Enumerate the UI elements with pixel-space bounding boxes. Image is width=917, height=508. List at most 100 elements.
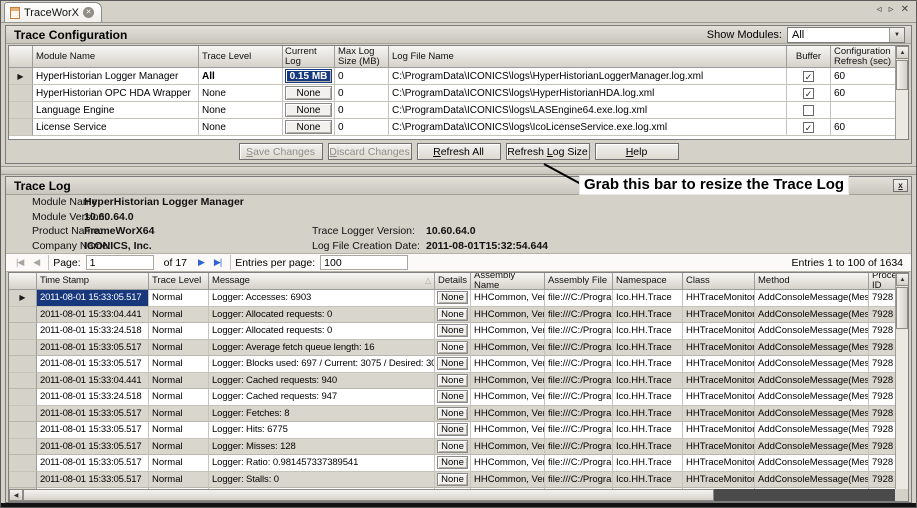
message-cell[interactable]: Logger: Allocated requests: 0: [209, 323, 435, 340]
class-cell[interactable]: HHTraceMonitor: [683, 406, 755, 423]
assembly-file-cell[interactable]: file:///C:/Progra...: [545, 455, 613, 472]
namespace-cell[interactable]: Ico.HH.Trace: [613, 356, 683, 373]
current-log-button[interactable]: None: [285, 86, 332, 100]
tab-traceworx[interactable]: TraceWorX ✕: [4, 2, 102, 22]
assembly-name-cell[interactable]: HHCommon, Versio...: [471, 406, 545, 423]
details-button[interactable]: None: [437, 374, 468, 387]
col-log-file-name[interactable]: Log File Name: [389, 46, 787, 68]
message-cell[interactable]: Logger: Cached requests: 940: [209, 373, 435, 390]
discard-changes-button[interactable]: Discard Changes: [328, 143, 412, 160]
method-cell[interactable]: AddConsoleMessage(Mess...: [755, 356, 869, 373]
refresh-log-size-button[interactable]: Refresh Log Size: [506, 143, 590, 160]
buffer-cell[interactable]: ✓: [787, 68, 831, 85]
assembly-name-cell[interactable]: HHCommon, Versio...: [471, 290, 545, 307]
message-cell[interactable]: Logger: Misses: 128: [209, 439, 435, 456]
col-method[interactable]: Method: [755, 273, 869, 290]
trace-level-cell[interactable]: Normal: [149, 307, 209, 324]
timestamp-cell[interactable]: 2011-08-01 15:33:05.517: [37, 290, 149, 307]
log-row[interactable]: 2011-08-01 15:33:05.517NormalLogger: Rat…: [9, 455, 908, 472]
assembly-file-cell[interactable]: file:///C:/Progra...: [545, 406, 613, 423]
col-buffer[interactable]: Buffer: [787, 46, 831, 68]
log-row[interactable]: 2011-08-01 15:33:05.517NormalLogger: Sta…: [9, 472, 908, 489]
log-row[interactable]: 2011-08-01 15:33:04.441NormalLogger: Cac…: [9, 373, 908, 390]
refresh-all-button[interactable]: Refresh All: [417, 143, 501, 160]
namespace-cell[interactable]: Ico.HH.Trace: [613, 373, 683, 390]
timestamp-cell[interactable]: 2011-08-01 15:33:04.441: [37, 373, 149, 390]
nav-forward-icon[interactable]: ▹: [889, 4, 894, 15]
trace-level-cell[interactable]: Normal: [149, 439, 209, 456]
save-changes-button[interactable]: Save Changes: [239, 143, 323, 160]
trace-level-cell[interactable]: None: [199, 119, 283, 136]
timestamp-cell[interactable]: 2011-08-01 15:33:04.441: [37, 307, 149, 324]
log-row[interactable]: 2011-08-01 15:33:24.518NormalLogger: All…: [9, 323, 908, 340]
assembly-file-cell[interactable]: file:///C:/Progra...: [545, 323, 613, 340]
method-cell[interactable]: AddConsoleMessage(Mess...: [755, 455, 869, 472]
class-cell[interactable]: HHTraceMonitor: [683, 290, 755, 307]
max-log-size-cell[interactable]: 0: [335, 119, 389, 136]
namespace-cell[interactable]: Ico.HH.Trace: [613, 290, 683, 307]
trace-level-cell[interactable]: Normal: [149, 290, 209, 307]
window-close-icon[interactable]: ✕: [901, 4, 909, 15]
module-name-cell[interactable]: Language Engine: [33, 102, 199, 119]
details-button[interactable]: None: [437, 473, 468, 486]
col-details[interactable]: Details: [435, 273, 471, 290]
trace-level-cell[interactable]: Normal: [149, 406, 209, 423]
scrollbar-thumb[interactable]: [896, 60, 908, 90]
col-namespace[interactable]: Namespace: [613, 273, 683, 290]
timestamp-cell[interactable]: 2011-08-01 15:33:05.517: [37, 356, 149, 373]
trace-level-cell[interactable]: None: [199, 102, 283, 119]
timestamp-cell[interactable]: 2011-08-01 15:33:24.518: [37, 323, 149, 340]
details-button[interactable]: None: [437, 390, 468, 403]
message-cell[interactable]: Logger: Average fetch queue length: 16: [209, 340, 435, 357]
details-cell[interactable]: None: [435, 439, 471, 456]
config-row[interactable]: Language EngineNoneNone0C:\ProgramData\I…: [9, 102, 908, 119]
message-cell[interactable]: Logger: Stalls: 0: [209, 472, 435, 489]
current-log-cell[interactable]: None: [283, 85, 335, 102]
log-horizontal-scrollbar[interactable]: ◀: [9, 489, 895, 501]
trace-level-cell[interactable]: Normal: [149, 389, 209, 406]
method-cell[interactable]: AddConsoleMessage(Mess...: [755, 290, 869, 307]
class-cell[interactable]: HHTraceMonitor: [683, 472, 755, 489]
log-file-name-cell[interactable]: C:\ProgramData\ICONICS\logs\LASEngine64.…: [389, 102, 787, 119]
class-cell[interactable]: HHTraceMonitor: [683, 340, 755, 357]
max-log-size-cell[interactable]: 0: [335, 85, 389, 102]
class-cell[interactable]: HHTraceMonitor: [683, 455, 755, 472]
class-cell[interactable]: HHTraceMonitor: [683, 307, 755, 324]
method-cell[interactable]: AddConsoleMessage(Mess...: [755, 307, 869, 324]
method-cell[interactable]: AddConsoleMessage(Mess...: [755, 340, 869, 357]
scroll-left-icon[interactable]: ◀: [9, 489, 23, 501]
trace-level-cell[interactable]: Normal: [149, 340, 209, 357]
namespace-cell[interactable]: Ico.HH.Trace: [613, 323, 683, 340]
details-button[interactable]: None: [437, 440, 468, 453]
method-cell[interactable]: AddConsoleMessage(Mess...: [755, 422, 869, 439]
buffer-checkbox[interactable]: [803, 105, 814, 116]
current-log-button[interactable]: None: [285, 103, 332, 117]
message-cell[interactable]: Logger: Hits: 6775: [209, 422, 435, 439]
col-class[interactable]: Class: [683, 273, 755, 290]
col-assembly-name[interactable]: Assembly Name: [471, 273, 545, 290]
namespace-cell[interactable]: Ico.HH.Trace: [613, 389, 683, 406]
namespace-cell[interactable]: Ico.HH.Trace: [613, 406, 683, 423]
method-cell[interactable]: AddConsoleMessage(Mess...: [755, 472, 869, 489]
tab-close-icon[interactable]: ✕: [83, 7, 94, 18]
assembly-file-cell[interactable]: file:///C:/Progra...: [545, 389, 613, 406]
trace-level-cell[interactable]: Normal: [149, 455, 209, 472]
current-log-cell[interactable]: None: [283, 119, 335, 136]
class-cell[interactable]: HHTraceMonitor: [683, 422, 755, 439]
class-cell[interactable]: HHTraceMonitor: [683, 323, 755, 340]
assembly-file-cell[interactable]: file:///C:/Progra...: [545, 356, 613, 373]
buffer-cell[interactable]: ✓: [787, 119, 831, 136]
message-cell[interactable]: Logger: Fetches: 8: [209, 406, 435, 423]
scrollbar-thumb[interactable]: [23, 489, 714, 501]
timestamp-cell[interactable]: 2011-08-01 15:33:05.517: [37, 439, 149, 456]
assembly-name-cell[interactable]: HHCommon, Versio...: [471, 340, 545, 357]
assembly-name-cell[interactable]: HHCommon, Versio...: [471, 307, 545, 324]
col-trace-level[interactable]: Trace Level: [149, 273, 209, 290]
timestamp-cell[interactable]: 2011-08-01 15:33:05.517: [37, 455, 149, 472]
assembly-file-cell[interactable]: file:///C:/Progra...: [545, 439, 613, 456]
details-button[interactable]: None: [437, 407, 468, 420]
class-cell[interactable]: HHTraceMonitor: [683, 439, 755, 456]
namespace-cell[interactable]: Ico.HH.Trace: [613, 439, 683, 456]
log-file-name-cell[interactable]: C:\ProgramData\ICONICS\logs\HyperHistori…: [389, 85, 787, 102]
assembly-name-cell[interactable]: HHCommon, Versio...: [471, 422, 545, 439]
